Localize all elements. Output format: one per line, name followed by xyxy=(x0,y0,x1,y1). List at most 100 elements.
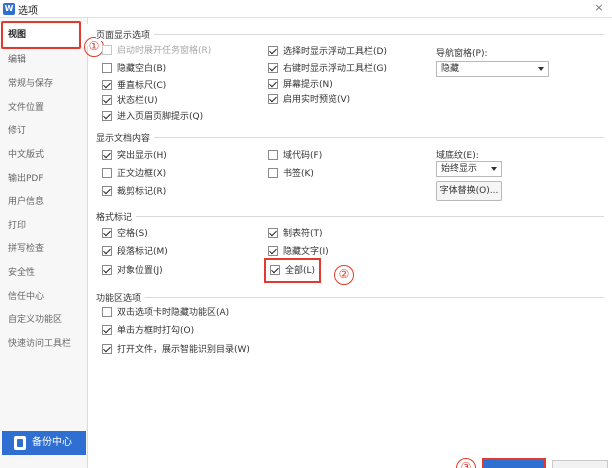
checkbox-box xyxy=(102,227,112,238)
checkbox-label: 正文边框(X) xyxy=(117,169,167,179)
checkbox-box xyxy=(102,343,112,354)
checkbox-label: 域代码(F) xyxy=(283,151,323,161)
checkbox-box xyxy=(102,110,112,121)
backup-icon xyxy=(14,436,26,450)
sidebar-item-chinese-layout[interactable]: 中文版式 xyxy=(0,144,88,166)
checkbox-label: 右键时显示浮动工具栏(G) xyxy=(283,64,387,74)
checkbox-field-codes[interactable]: 域代码(F) xyxy=(268,149,322,163)
section-divider xyxy=(96,216,604,217)
backup-center-label: 备份中心 xyxy=(32,437,72,448)
backup-center-button[interactable]: 备份中心 xyxy=(2,431,86,455)
sidebar-item-security[interactable]: 安全性 xyxy=(0,262,88,284)
checkbox-box xyxy=(268,227,278,238)
checkbox-screen-tips[interactable]: 屏幕提示(N) xyxy=(268,78,333,92)
sidebar-item-export-pdf[interactable]: 输出PDF xyxy=(0,168,88,190)
sidebar-item-file-location[interactable]: 文件位置 xyxy=(0,97,88,119)
checkbox-label: 书签(K) xyxy=(283,169,314,179)
checkbox-box xyxy=(102,185,112,196)
chevron-down-icon xyxy=(491,167,497,171)
checkbox-bookmarks[interactable]: 书签(K) xyxy=(268,167,314,181)
checkbox-label: 垂直标尺(C) xyxy=(117,81,167,91)
checkbox-box xyxy=(102,167,112,178)
checkbox-tab-chars[interactable]: 制表符(T) xyxy=(268,227,323,241)
checkbox-hide-ribbon-dblclick[interactable]: 双击选项卡时隐藏功能区(A) xyxy=(102,306,229,320)
checkbox-vertical-ruler[interactable]: 垂直标尺(C) xyxy=(102,79,166,93)
nav-pane-select[interactable]: 隐藏 xyxy=(436,61,549,77)
checkbox-label: 选择时显示浮动工具栏(D) xyxy=(283,47,387,57)
checkbox-label: 单击方框时打勾(O) xyxy=(117,326,195,336)
checkbox-label: 段落标记(M) xyxy=(117,247,168,257)
checkbox-label: 隐藏空白(B) xyxy=(117,64,167,74)
checkbox-label: 空格(S) xyxy=(117,229,148,239)
section-title-ribbon: 功能区选项 xyxy=(96,291,146,304)
checkbox-label: 裁剪标记(R) xyxy=(117,187,167,197)
sidebar-item-trust-center[interactable]: 信任中心 xyxy=(0,286,88,308)
checkbox-label: 状态栏(U) xyxy=(117,96,158,106)
checkbox-object-anchors[interactable]: 对象位置(J) xyxy=(102,264,163,278)
window-title: 选项 xyxy=(18,6,38,17)
sidebar-item-general-save[interactable]: 常规与保存 xyxy=(0,73,88,95)
sidebar-item-edit[interactable]: 编辑 xyxy=(0,49,88,71)
section-divider xyxy=(96,297,604,298)
sidebar-item-print[interactable]: 打印 xyxy=(0,215,88,237)
checkbox-box xyxy=(102,306,112,317)
step-marker-2: ② xyxy=(334,265,354,285)
checkbox-box xyxy=(102,79,112,90)
sidebar-item-custom-ribbon[interactable]: 自定义功能区 xyxy=(0,309,88,331)
highlight-box-view xyxy=(1,21,81,49)
checkbox-box xyxy=(102,44,112,55)
checkbox-label: 隐藏文字(I) xyxy=(283,247,329,257)
checkbox-header-footer-hint[interactable]: 进入页眉页脚提示(Q) xyxy=(102,110,203,124)
section-title-format-marks: 格式标记 xyxy=(96,210,137,223)
checkbox-hide-blank[interactable]: 隐藏空白(B) xyxy=(102,62,166,76)
sidebar: 视图 编辑 常规与保存 文件位置 修订 中文版式 输出PDF 用户信息 打印 拼… xyxy=(0,18,88,468)
sidebar-item-spell-check[interactable]: 拼写检查 xyxy=(0,238,88,260)
checkbox-box xyxy=(102,62,112,73)
nav-pane-value: 隐藏 xyxy=(441,64,460,74)
checkbox-float-toolbar-select[interactable]: 选择时显示浮动工具栏(D) xyxy=(268,45,387,59)
checkbox-box xyxy=(268,62,278,73)
sidebar-item-user-info[interactable]: 用户信息 xyxy=(0,191,88,213)
section-divider xyxy=(96,137,604,138)
step-marker-3: ③ xyxy=(456,458,476,468)
font-replace-button[interactable]: 字体替换(O)... xyxy=(436,181,502,201)
checkbox-box xyxy=(268,45,278,56)
checkbox-highlight[interactable]: 突出显示(H) xyxy=(102,149,167,163)
checkbox-label: 屏幕提示(N) xyxy=(283,80,333,90)
checkbox-text-boundaries[interactable]: 正文边框(X) xyxy=(102,167,166,181)
sidebar-item-quick-access[interactable]: 快速访问工具栏 xyxy=(0,333,88,355)
checkbox-box xyxy=(102,149,112,160)
checkbox-expand-task-pane[interactable]: 启动时展开任务窗格(R) xyxy=(102,44,211,58)
checkbox-hidden-text[interactable]: 隐藏文字(I) xyxy=(268,245,329,259)
checkbox-click-to-tick[interactable]: 单击方框时打勾(O) xyxy=(102,324,194,338)
checkbox-crop-marks[interactable]: 裁剪标记(R) xyxy=(102,185,166,199)
field-shading-select[interactable]: 始终显示 xyxy=(436,161,502,177)
title-bar: W 选项 × xyxy=(0,0,612,18)
checkbox-float-toolbar-rightclick[interactable]: 右键时显示浮动工具栏(G) xyxy=(268,62,387,76)
checkbox-label: 进入页眉页脚提示(Q) xyxy=(117,112,204,122)
checkbox-box xyxy=(268,149,278,160)
checkbox-box xyxy=(102,324,112,335)
close-icon[interactable]: × xyxy=(592,1,606,15)
checkbox-label: 突出显示(H) xyxy=(117,151,167,161)
section-divider xyxy=(96,34,604,35)
checkbox-spaces[interactable]: 空格(S) xyxy=(102,227,148,241)
checkbox-paragraph-marks[interactable]: 段落标记(M) xyxy=(102,245,168,259)
checkbox-live-preview[interactable]: 启用实时预览(V) xyxy=(268,93,350,107)
sidebar-item-revision[interactable]: 修订 xyxy=(0,120,88,142)
checkbox-label: 制表符(T) xyxy=(283,229,323,239)
checkbox-label: 双击选项卡时隐藏功能区(A) xyxy=(117,308,230,318)
section-title-doc-content: 显示文档内容 xyxy=(96,131,155,144)
ok-button[interactable] xyxy=(482,458,546,468)
checkbox-smart-toc[interactable]: 打开文件，展示智能识别目录(W) xyxy=(102,343,250,357)
checkbox-box xyxy=(102,94,112,105)
highlight-box-all xyxy=(264,258,321,283)
checkbox-box xyxy=(102,264,112,275)
chevron-down-icon xyxy=(538,67,544,71)
checkbox-label: 启动时展开任务窗格(R) xyxy=(117,46,212,56)
checkbox-status-bar[interactable]: 状态栏(U) xyxy=(102,94,158,108)
cancel-button[interactable] xyxy=(552,460,608,468)
section-title-page-display: 页面显示选项 xyxy=(96,28,155,41)
checkbox-box xyxy=(268,78,278,89)
checkbox-label: 启用实时预览(V) xyxy=(283,95,351,105)
